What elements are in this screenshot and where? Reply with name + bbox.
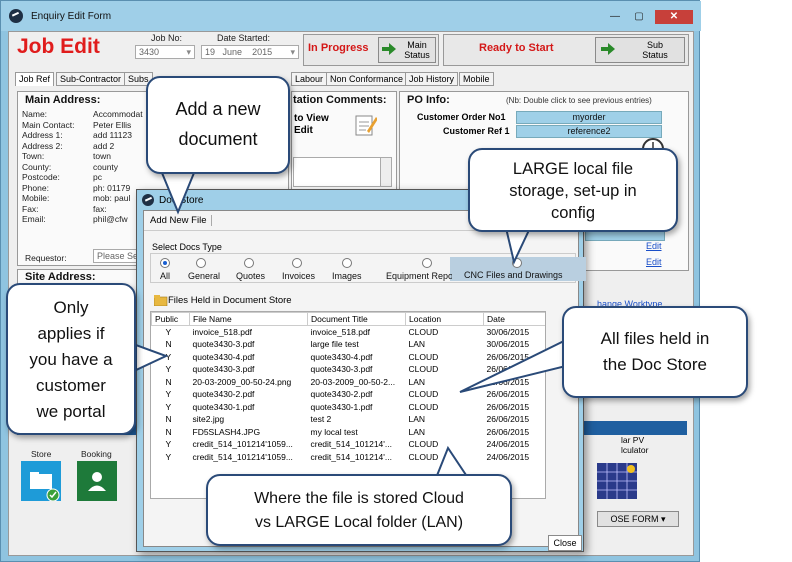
callout-portal: Only applies if you have a customer we p…: [6, 283, 136, 435]
callout-large-storage: LARGE local file storage, set-up in conf…: [468, 148, 678, 232]
callout-add-document: Add a new document: [146, 76, 290, 174]
callout-pointer: [459, 338, 567, 393]
callout-all-files: All files held in the Doc Store: [562, 306, 748, 398]
callout-pointer: [504, 227, 532, 266]
callout-pointer: [158, 167, 198, 215]
callout-pointer: [135, 343, 169, 372]
callout-where-stored: Where the file is stored Cloud vs LARGE …: [206, 474, 512, 546]
